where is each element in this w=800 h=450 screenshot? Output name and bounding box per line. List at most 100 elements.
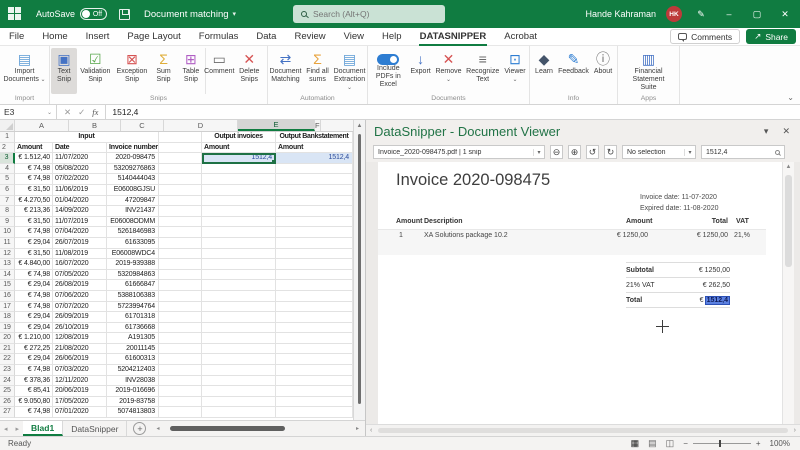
cell-date[interactable]: 07/01/2020 [53,407,107,419]
edit-pen-icon[interactable]: ✎ [692,9,710,20]
cell-invoice-number[interactable]: 61666847 [107,280,159,291]
ribbon-tab[interactable]: Formulas [190,28,248,46]
ribbon-tab[interactable]: Page Layout [118,28,189,46]
sheet-nav-right-icon[interactable]: ▸ [12,425,24,433]
cell-d[interactable] [159,153,202,164]
cell-amount[interactable]: € 272,25 [15,343,53,355]
cell-d[interactable] [159,312,202,323]
snip-highlight[interactable]: 1512,4 [704,295,730,305]
cell-amount[interactable]: € 378,36 [15,375,53,387]
ribbon-tab[interactable]: DATASNIPPER [411,28,496,46]
name-box-input[interactable] [4,107,38,117]
cell-output-invoice-amount[interactable] [202,184,276,196]
cell-d[interactable] [159,269,202,281]
cell-invoice-number[interactable]: 20011145 [107,343,159,355]
ribbon-button[interactable]: ▤ Document Extraction [333,48,366,94]
cell-output-invoice-amount[interactable] [202,269,276,281]
row-number[interactable]: 26 [0,396,15,408]
panel-menu-icon[interactable]: ▾ [764,126,769,137]
cell-date[interactable]: 26/06/2019 [53,354,107,366]
cell-output-invoice-amount[interactable] [202,301,276,313]
cell-date[interactable]: 14/09/2020 [53,206,107,217]
selection-dropdown[interactable]: No selection ▾ [622,145,696,159]
ribbon-button[interactable]: Σ Sum Snip [150,48,177,94]
cell-date[interactable]: 07/07/2020 [53,301,107,313]
cell-invoice-number[interactable]: 61600313 [107,354,159,366]
scrollbar-thumb[interactable] [358,134,361,404]
cell-date[interactable]: 07/03/2020 [53,365,107,376]
autosave-control[interactable]: AutoSave Off [36,8,108,20]
insert-function-icon[interactable]: fx [92,107,98,117]
cell-output-bankstatement-amount[interactable] [276,301,353,313]
cell-d[interactable] [159,132,202,143]
scroll-left-icon[interactable]: ‹ [366,427,376,434]
cell-invoice-number[interactable]: 61701318 [107,312,159,323]
add-sheet-button[interactable]: + [133,422,147,435]
cell-output-invoice-amount[interactable] [202,396,276,408]
cell-d[interactable] [159,163,202,175]
cell-d[interactable] [159,386,202,397]
scrollbar-track[interactable] [376,427,789,434]
cell-output-invoice-amount[interactable] [202,216,276,228]
cell-output-bankstatement-amount[interactable] [276,269,353,281]
cell-output-invoice-amount[interactable] [202,312,276,323]
close-button[interactable]: ✕ [776,9,794,20]
cell-amount[interactable]: € 74,98 [15,365,53,376]
zoom-slider-thumb[interactable] [718,440,721,447]
cell-invoice-number[interactable]: 5388106383 [107,290,159,302]
cell-output-invoices-header[interactable]: Output invoices [202,132,276,143]
cell-output-bankstatement-amount[interactable] [276,280,353,291]
cell-d[interactable] [159,407,202,419]
zoom-level[interactable]: 100% [770,439,790,448]
ribbon-button[interactable]: ≡ Recognize Text [463,48,502,94]
document-viewport[interactable]: Invoice 2020-098475 Invoice date: 11-07-… [366,162,800,424]
cell-date[interactable]: 07/02/2020 [53,174,107,185]
cell-output-invoice-amount[interactable] [202,290,276,302]
cell-d[interactable] [159,259,202,270]
cell-date-header[interactable]: Date [53,142,107,154]
cell-output-invoice-amount[interactable] [202,343,276,355]
cell-d[interactable] [159,354,202,366]
autosave-toggle[interactable]: Off [80,8,108,20]
column-header[interactable]: C [121,120,164,131]
cell-invoice-number[interactable]: 5074813803 [107,407,159,419]
ribbon-button[interactable]: Include PDFs in Excel [369,48,408,94]
zoom-out-icon[interactable]: − [683,439,688,448]
cell-amount-header[interactable]: Amount [15,142,53,154]
sheet-nav-left-icon[interactable]: ◂ [0,425,12,433]
cell-output-bankstatement-amount[interactable] [276,227,353,238]
ribbon-tab[interactable]: Data [247,28,285,46]
document-vertical-scrollbar[interactable]: ▲ [782,162,794,424]
cell-d[interactable] [159,216,202,228]
ribbon-button[interactable]: ▥ Financial Statement Suite [625,48,673,94]
cell-output-bankstatement-amount[interactable] [276,333,353,344]
ribbon-button[interactable]: ▣ Text Snip [51,48,77,94]
ribbon-tab[interactable]: Help [373,28,411,46]
cell-date[interactable]: 07/05/2020 [53,269,107,281]
cell-invoice-number[interactable]: E06008ODMM [107,216,159,228]
row-number[interactable]: 9 [0,216,15,228]
search-input[interactable] [313,9,423,19]
zoom-in-icon[interactable]: + [756,439,761,448]
cell-d[interactable] [159,375,202,387]
workbook-title[interactable]: Document matching ▾ [144,9,236,20]
cell-amount[interactable]: € 1.210,00 [15,333,53,344]
row-number[interactable]: 20 [0,333,15,344]
row-number[interactable]: 1 [0,132,15,143]
row-number[interactable]: 5 [0,174,15,185]
cell-output-bankstatement-amount[interactable] [276,386,353,397]
ribbon-button[interactable]: ▭ Comment [204,48,234,94]
cell-date[interactable]: 11/07/2020 [53,153,107,164]
row-number[interactable]: 19 [0,322,15,334]
zoom-out-button[interactable]: ⊖ [550,145,563,159]
cell-amount[interactable]: € 29,04 [15,237,53,249]
cell-output-bankstatement-amount[interactable] [276,407,353,419]
ribbon-tab[interactable]: Acrobat [495,28,546,46]
cell-d[interactable] [159,237,202,249]
row-number[interactable]: 6 [0,184,15,196]
collapse-ribbon-icon[interactable]: ⌄ [787,93,794,102]
cell-d[interactable] [159,280,202,291]
cell-output-invoice-amount[interactable] [202,174,276,185]
comments-button[interactable]: Comments [670,29,741,44]
row-number[interactable]: 11 [0,237,15,249]
